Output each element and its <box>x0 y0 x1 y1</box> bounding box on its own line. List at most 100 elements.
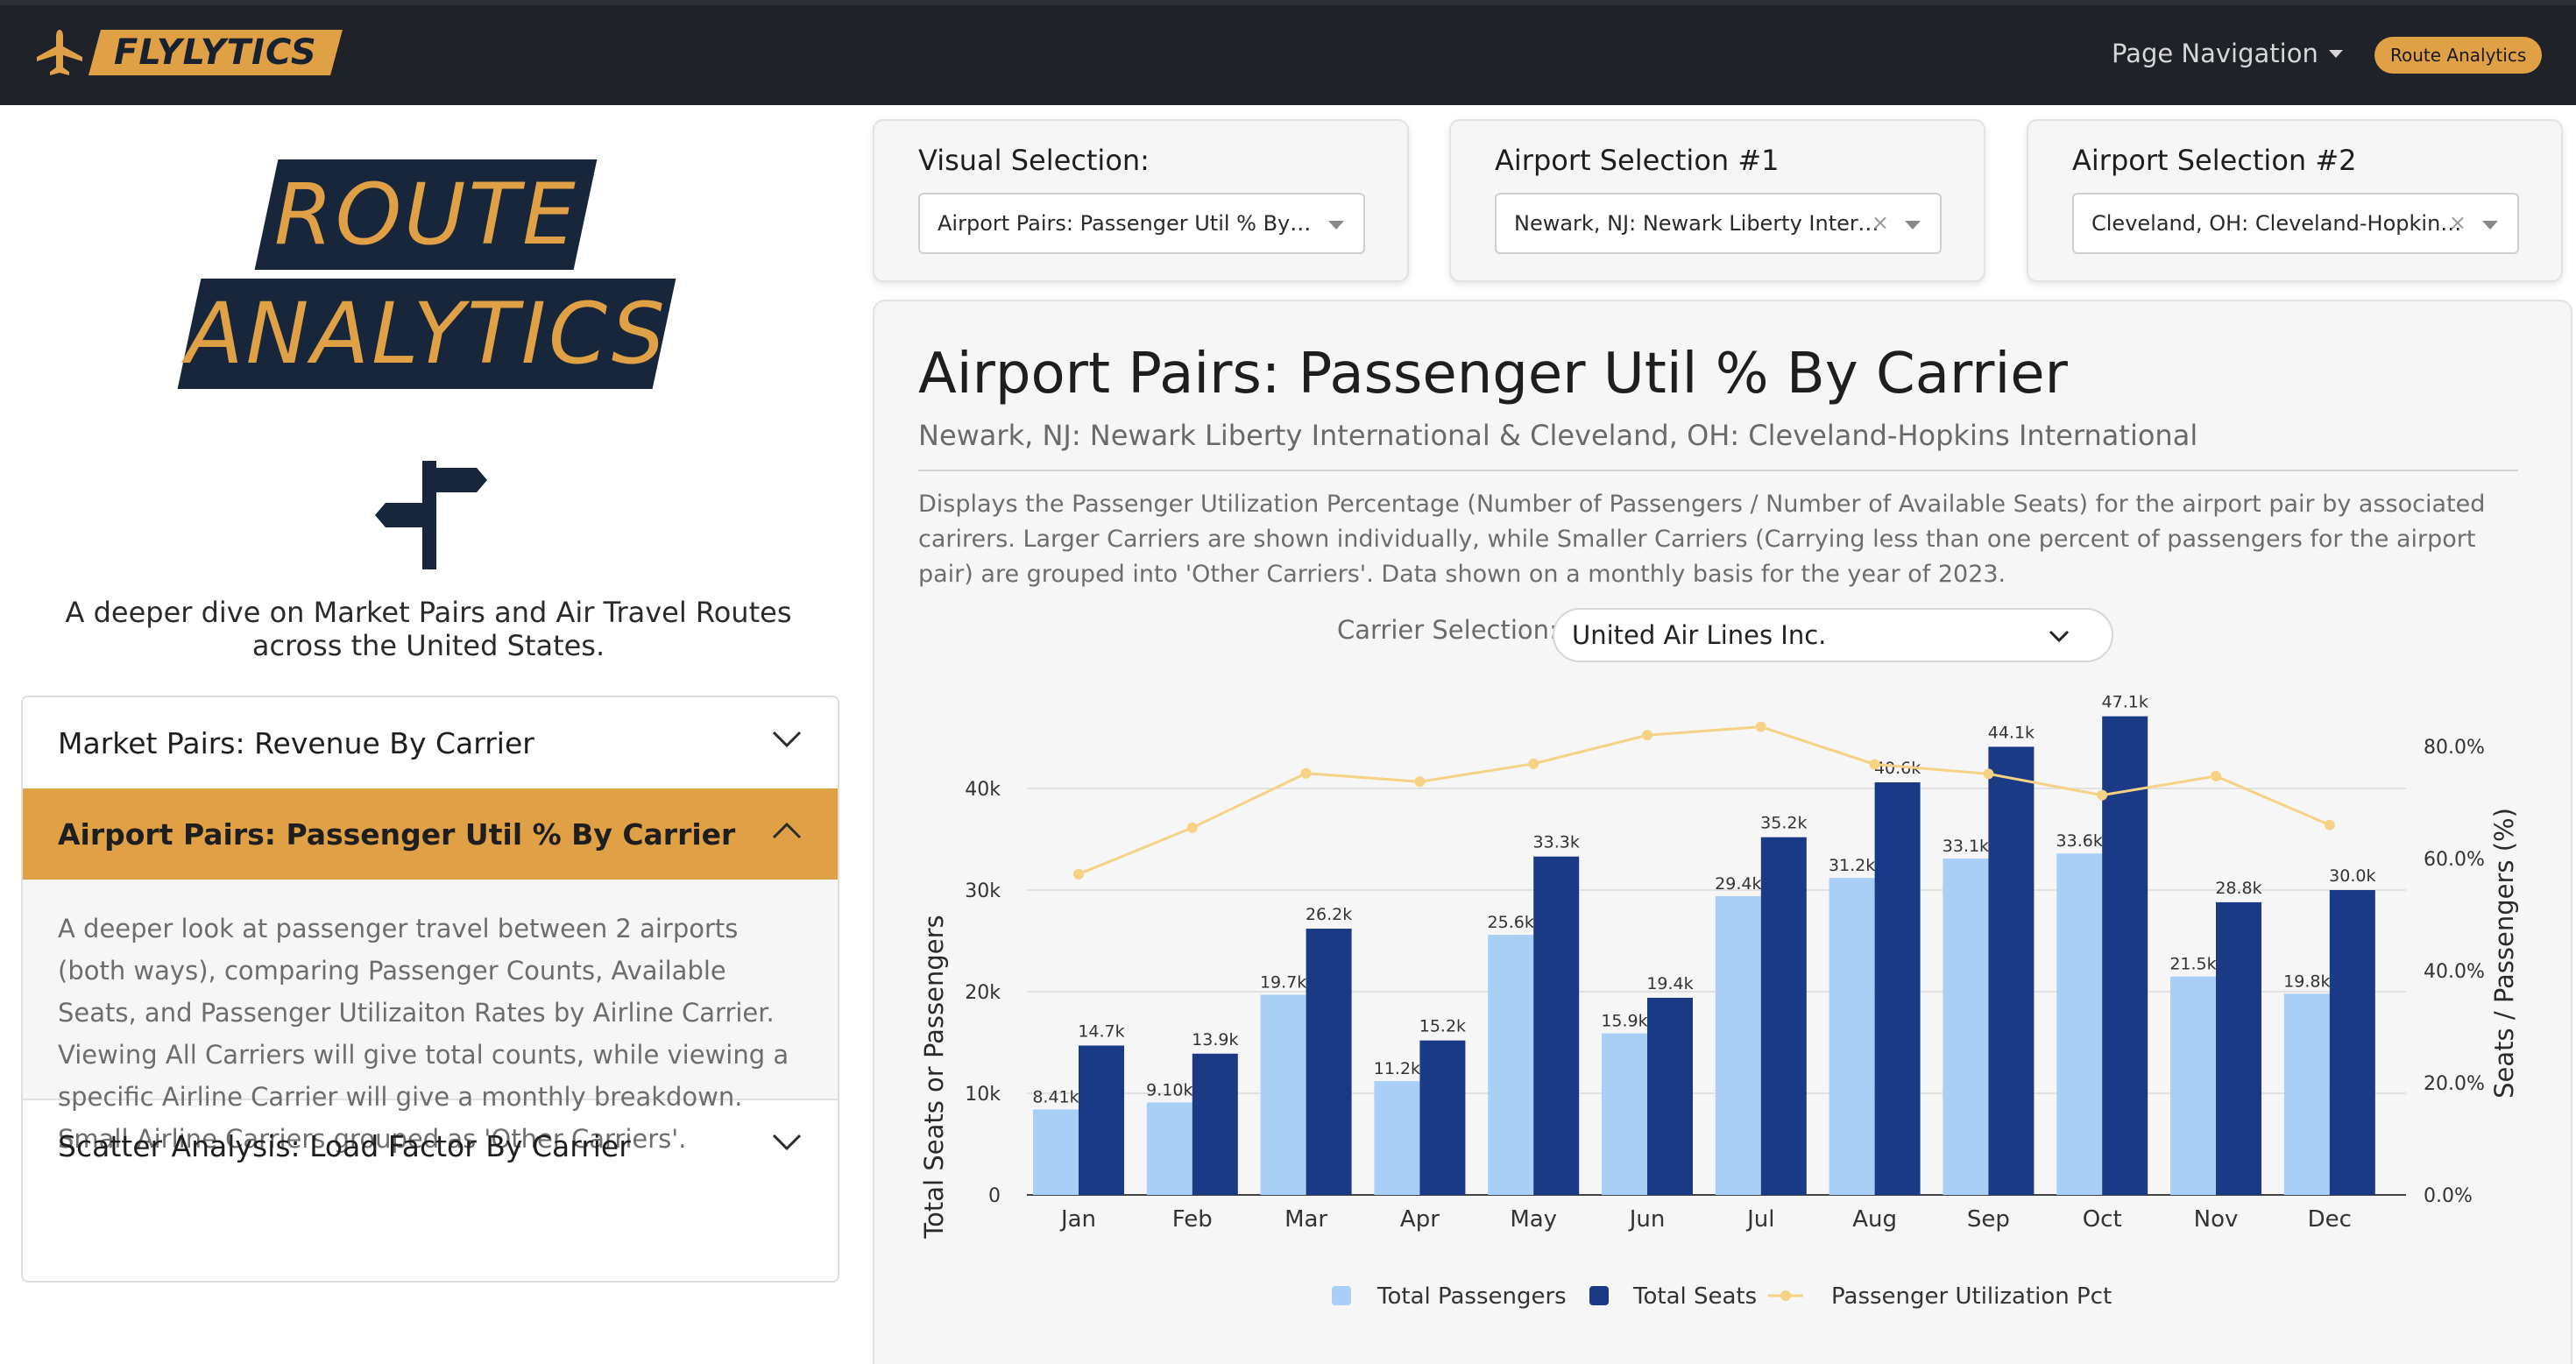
x-tick-label: Feb <box>1172 1206 1213 1233</box>
point-passenger-utilization <box>1414 776 1426 788</box>
point-passenger-utilization <box>1186 822 1198 833</box>
y2-tick-label: 40.0% <box>2424 961 2485 983</box>
bar-total-passengers <box>1374 1081 1420 1195</box>
data-label-total-seats: 35.2k <box>1760 814 1807 833</box>
data-label-total-passengers: 11.2k <box>1374 1059 1420 1078</box>
bar-total-passengers <box>1488 935 1534 1195</box>
carrier-selection-dropdown[interactable]: United Air Lines Inc. <box>1553 608 2113 662</box>
data-label-total-passengers: 31.2k <box>1829 856 1875 875</box>
bar-total-seats <box>1419 1040 1466 1195</box>
legend-swatch-total-passengers <box>1332 1286 1351 1305</box>
data-label-total-seats: 44.1k <box>1988 723 2035 742</box>
legend-swatch-point-utilization <box>1780 1290 1791 1301</box>
x-tick-label: Apr <box>1400 1206 1440 1233</box>
y-tick-label: 20k <box>965 982 1001 1004</box>
data-label-total-passengers: 29.4k <box>1715 874 1761 894</box>
clear-icon[interactable]: × <box>1872 210 1889 235</box>
signpost-icon <box>375 461 487 569</box>
clear-icon[interactable]: × <box>2449 210 2466 235</box>
airplane-icon <box>37 30 82 75</box>
route-analytics-title: ROUTE ANALYTICS <box>165 159 690 394</box>
brand-logo[interactable]: FLYLYTICS <box>33 26 343 79</box>
bar-total-passengers <box>1943 859 1989 1195</box>
chevron-down-icon <box>772 1134 802 1151</box>
brand-name-badge: FLYLYTICS <box>88 30 343 75</box>
accordion-item-label: Scatter Analysis: Load Factor By Carrier <box>58 1128 631 1163</box>
point-passenger-utilization <box>1983 768 1994 780</box>
caret-down-icon <box>1905 221 1921 230</box>
airport-selection-2-label: Airport Selection #2 <box>2072 144 2357 177</box>
bar-total-passengers <box>1146 1102 1192 1195</box>
y-tick-label: 0 <box>988 1185 1001 1207</box>
visual-selection-card: Visual Selection: Airport Pairs: Passeng… <box>873 119 1409 282</box>
accordion-item-label: Airport Pairs: Passenger Util % By Carri… <box>58 816 736 852</box>
chevron-up-icon <box>772 822 802 839</box>
legend-label-passenger-utilization: Passenger Utilization Pct <box>1831 1283 2112 1310</box>
bar-total-seats <box>1533 856 1580 1195</box>
navbar: FLYLYTICS Page Navigation Route Analytic… <box>0 0 2576 105</box>
carrier-selection-value: United Air Lines Inc. <box>1572 620 1827 650</box>
bar-total-passengers <box>2056 853 2103 1195</box>
bar-total-passengers <box>1033 1109 1079 1195</box>
data-label-total-seats: 15.2k <box>1419 1017 1466 1036</box>
brand-name: FLYLYTICS <box>114 32 317 73</box>
x-tick-label: Mar <box>1284 1206 1327 1233</box>
x-tick-label: Jan <box>1059 1206 1096 1233</box>
data-label-total-seats: 28.8k <box>2215 879 2261 898</box>
y2-tick-label: 20.0% <box>2424 1073 2485 1095</box>
accordion-item-airport-pairs[interactable]: Airport Pairs: Passenger Util % By Carri… <box>23 788 838 880</box>
airport-selection-1-label: Airport Selection #1 <box>1495 144 1780 177</box>
page-subtitle: Newark, NJ: Newark Liberty International… <box>918 419 2198 452</box>
point-passenger-utilization <box>2097 789 2108 801</box>
bar-total-seats <box>2216 901 2261 1195</box>
data-label-total-seats: 19.4k <box>1646 974 1693 993</box>
visual-selection-dropdown[interactable]: Airport Pairs: Passenger Util % By Carr.… <box>918 193 1365 254</box>
accordion-item-scatter-analysis[interactable]: Scatter Analysis: Load Factor By Carrier <box>23 1100 838 1191</box>
accordion-item-label: Market Pairs: Revenue By Carrier <box>58 725 534 760</box>
bar-total-passengers <box>1260 994 1306 1195</box>
analysis-accordion: Market Pairs: Revenue By Carrier Airport… <box>21 696 839 1283</box>
x-tick-label: May <box>1510 1206 1557 1233</box>
chevron-down-icon <box>2049 630 2070 643</box>
airport-selection-2-dropdown[interactable]: Cleveland, OH: Cleveland-Hopkins Inte...… <box>2072 193 2519 254</box>
data-label-total-seats: 47.1k <box>2102 693 2148 712</box>
title-line-1-block: ROUTE <box>254 159 598 270</box>
page-navigation-dropdown[interactable]: Page Navigation <box>2112 39 2343 68</box>
data-label-total-passengers: 19.7k <box>1260 972 1306 992</box>
y2-tick-label: 0.0% <box>2424 1185 2473 1207</box>
data-label-total-passengers: 19.8k <box>2283 972 2330 991</box>
active-page-badge[interactable]: Route Analytics <box>2374 37 2543 74</box>
sidebar-tagline: A deeper dive on Market Pairs and Air Tr… <box>65 596 792 662</box>
bar-total-seats <box>1079 1045 1124 1195</box>
data-label-total-seats: 30.0k <box>2329 866 2375 886</box>
bar-total-seats <box>1760 837 1807 1195</box>
x-tick-label: Dec <box>2308 1206 2352 1233</box>
caret-down-icon <box>1328 221 1344 230</box>
caret-down-icon <box>2482 221 2498 230</box>
point-passenger-utilization <box>1869 759 1880 770</box>
data-label-total-seats: 14.7k <box>1078 1021 1124 1041</box>
navbar-top-strip <box>0 0 2576 5</box>
bar-total-passengers <box>2283 993 2330 1195</box>
visual-selection-label: Visual Selection: <box>918 144 1150 177</box>
data-label-total-passengers: 21.5k <box>2169 955 2216 974</box>
bar-total-seats <box>1647 997 1693 1195</box>
y2-axis-title: Seats / Passengers (%) <box>2489 808 2519 1099</box>
carrier-selection-label: Carrier Selection: <box>1337 615 1558 645</box>
chart-description: Displays the Passenger Utilization Perce… <box>918 491 2486 588</box>
data-label-total-seats: 26.2k <box>1306 905 1352 924</box>
accordion-item-market-pairs[interactable]: Market Pairs: Revenue By Carrier <box>23 697 838 788</box>
y-tick-label: 40k <box>965 779 1001 801</box>
data-label-total-passengers: 8.41k <box>1032 1087 1079 1106</box>
page-navigation-label: Page Navigation <box>2112 39 2318 68</box>
legend-label-total-seats: Total Seats <box>1632 1283 1757 1310</box>
point-passenger-utilization <box>1528 758 1539 769</box>
bar-total-seats <box>2329 890 2375 1195</box>
data-label-total-passengers: 25.6k <box>1488 913 1534 932</box>
point-passenger-utilization <box>1073 868 1084 880</box>
caret-down-icon <box>2328 49 2343 58</box>
airport-selection-1-dropdown[interactable]: Newark, NJ: Newark Liberty Internatio...… <box>1495 193 1942 254</box>
passenger-util-chart: 0 10k 20k 30k 40k 0.0% 20.0% 40.0% 60.0% 80.0% Tot… <box>919 693 2519 1310</box>
x-tick-label: Jul <box>1745 1206 1774 1233</box>
title-line-2: ANALYTICS <box>186 285 668 383</box>
